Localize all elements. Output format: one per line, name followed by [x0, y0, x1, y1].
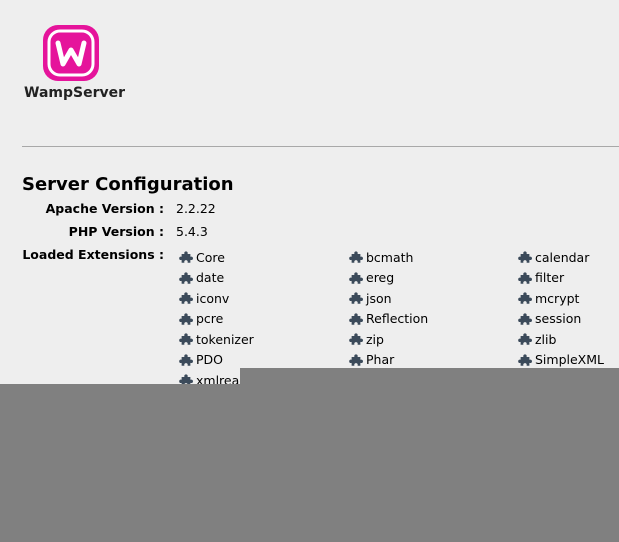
overlay-notch	[240, 368, 619, 385]
puzzle-piece-icon	[179, 333, 193, 345]
puzzle-piece-icon	[518, 251, 532, 263]
extension-item: PDO	[179, 351, 223, 369]
section-title: Server Configuration	[22, 174, 234, 195]
extension-item: session	[518, 310, 581, 328]
extension-name: Reflection	[366, 311, 429, 326]
extension-item: SimpleXML	[518, 351, 604, 369]
extension-item: filter	[518, 269, 564, 287]
extension-item: Phar	[349, 351, 394, 369]
puzzle-piece-icon	[179, 292, 193, 304]
gray-overlay	[0, 384, 619, 542]
extension-name: ereg	[366, 270, 395, 285]
extension-item: zip	[349, 330, 384, 348]
extension-item: date	[179, 269, 224, 287]
extension-name: PDO	[196, 352, 224, 367]
puzzle-piece-icon	[518, 312, 532, 325]
extension-name: tokenizer	[196, 331, 254, 347]
extension-item: pcre	[179, 310, 223, 328]
puzzle-piece-icon	[349, 271, 363, 284]
puzzle-piece-icon	[349, 292, 363, 304]
puzzle-piece-icon	[349, 312, 363, 325]
extension-item: zlib	[518, 330, 556, 348]
extension-name: filter	[535, 270, 565, 285]
extension-name: iconv	[196, 290, 230, 306]
extension-item: ereg	[349, 269, 394, 287]
logo-text: WampServer	[24, 85, 126, 101]
extension-name: zlib	[535, 331, 557, 347]
apache-version-value: 2.2.22	[176, 201, 216, 216]
puzzle-piece-icon	[518, 333, 532, 345]
extension-item: json	[349, 289, 392, 307]
divider	[22, 146, 619, 147]
extension-item: Core	[179, 248, 225, 266]
extension-name: date	[196, 270, 225, 285]
extension-name: Phar	[366, 352, 395, 367]
php-version-value: 5.4.3	[176, 224, 208, 239]
puzzle-piece-icon	[349, 251, 363, 263]
extension-name: SimpleXML	[535, 352, 604, 367]
puzzle-piece-icon	[518, 353, 532, 366]
extension-name: bcmath	[366, 249, 414, 265]
extension-name: pcre	[196, 311, 224, 326]
extension-item: Reflection	[349, 310, 428, 328]
puzzle-piece-icon	[179, 271, 193, 284]
puzzle-piece-icon	[518, 271, 532, 284]
puzzle-piece-icon	[179, 251, 193, 263]
extension-name: Core	[196, 249, 225, 265]
extension-item: iconv	[179, 289, 229, 307]
puzzle-piece-icon	[179, 312, 193, 325]
extension-name: calendar	[535, 249, 590, 265]
extension-name: session	[535, 311, 582, 326]
puzzle-piece-icon	[179, 353, 193, 366]
extension-item: bcmath	[349, 248, 413, 266]
apache-version-label: Apache Version :	[45, 201, 164, 216]
loaded-extensions-label: Loaded Extensions :	[22, 247, 164, 262]
extension-item: calendar	[518, 248, 589, 266]
extension-name: mcrypt	[535, 290, 580, 306]
extension-item: mcrypt	[518, 289, 579, 307]
extension-name: zip	[366, 331, 384, 347]
puzzle-piece-icon	[349, 333, 363, 345]
extension-name: json	[366, 290, 392, 306]
puzzle-piece-icon	[349, 353, 363, 366]
puzzle-piece-icon	[518, 292, 532, 304]
extension-item: tokenizer	[179, 330, 254, 348]
wampserver-logo-icon	[43, 25, 99, 81]
php-version-label: PHP Version :	[68, 224, 164, 239]
